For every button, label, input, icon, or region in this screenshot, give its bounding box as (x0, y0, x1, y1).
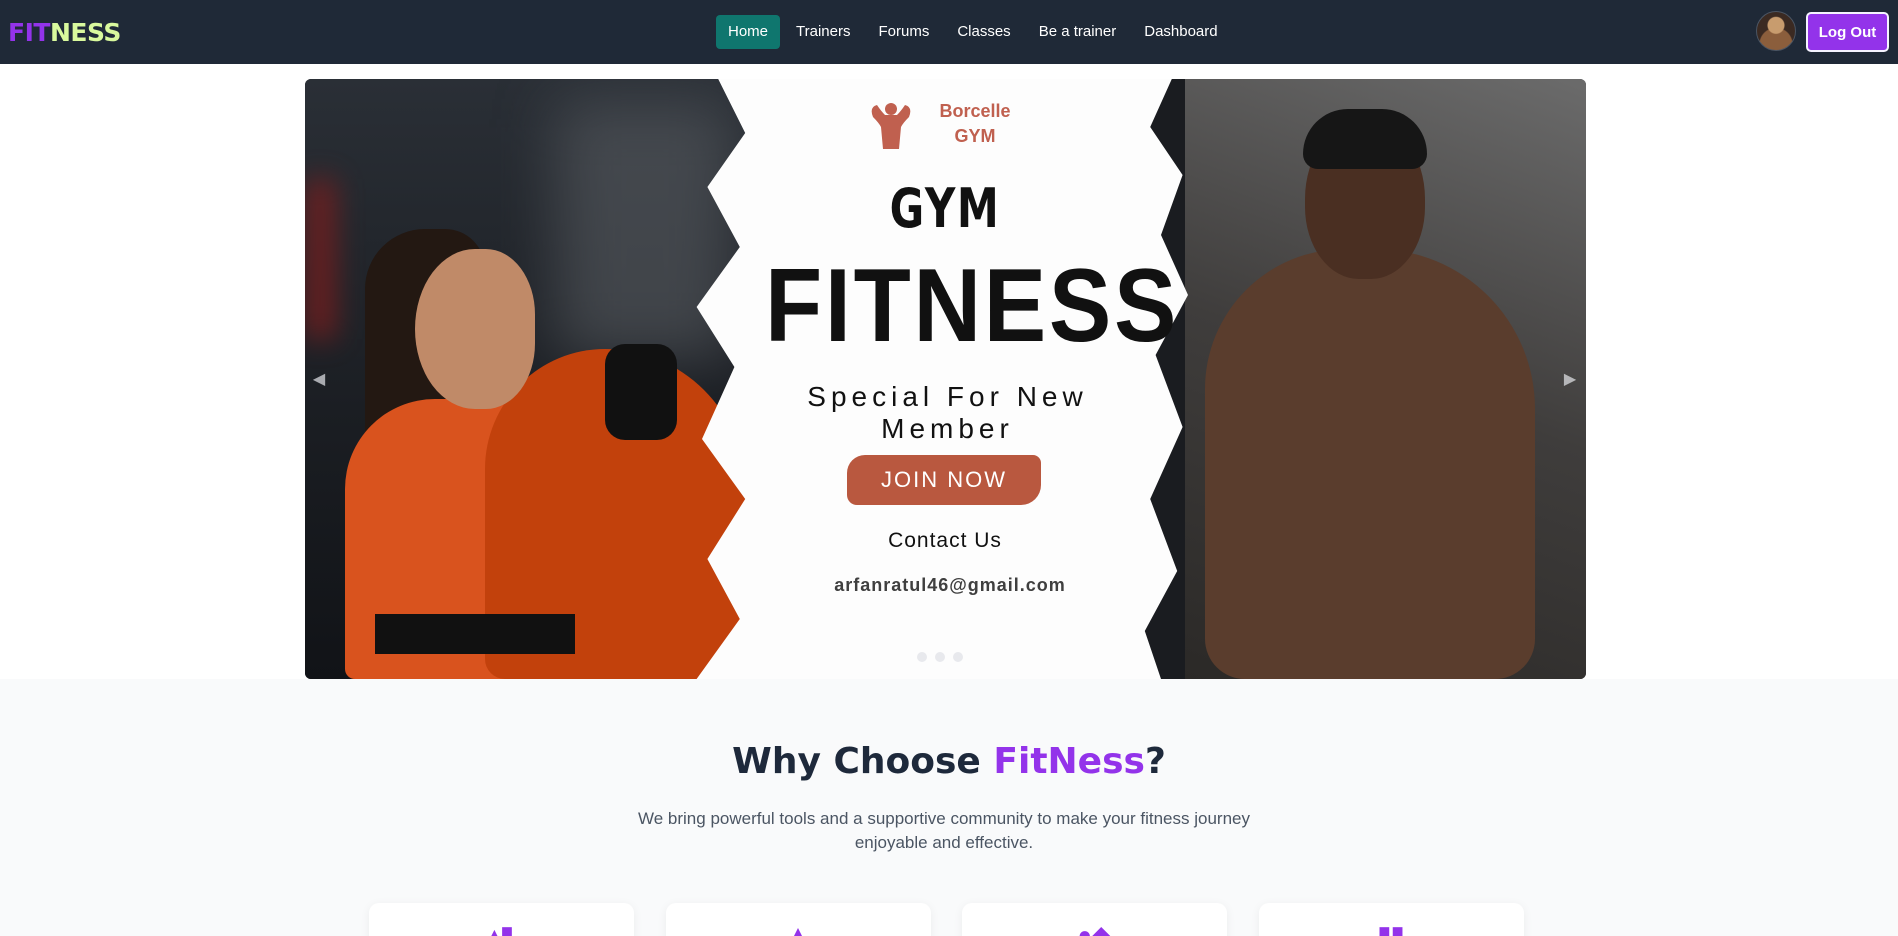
user-avatar[interactable] (1756, 11, 1796, 51)
why-title-part-1: Why Choose (732, 741, 994, 782)
feature-icon-4: ▮▮ (1377, 922, 1405, 936)
nav-link-forums[interactable]: Forums (866, 15, 941, 49)
feature-card-1: ▴▮ (369, 903, 634, 936)
carousel-dots (917, 652, 963, 662)
hero-image-man (1185, 79, 1586, 679)
feature-icon-2: ▲ (786, 921, 810, 936)
why-choose-subtitle: We bring powerful tools and a supportive… (638, 809, 1250, 852)
carousel-next-icon[interactable]: ▶ (1558, 367, 1582, 391)
nav-link-dashboard[interactable]: Dashboard (1132, 15, 1229, 49)
feature-icon-3: ●◆ (1077, 922, 1111, 936)
gym-brand-line-1: Borcelle (939, 101, 1011, 121)
carousel-dot-1[interactable] (917, 652, 927, 662)
carousel-dot-2[interactable] (935, 652, 945, 662)
hero-gym-word: GYM (889, 177, 1001, 240)
nav-link-home[interactable]: Home (716, 15, 781, 49)
nav-links: Home Trainers Forums Classes Be a traine… (716, 15, 1230, 49)
nav-link-trainers[interactable]: Trainers (784, 15, 862, 49)
why-choose-section: Why Choose FitNess? We bring powerful to… (0, 679, 1898, 936)
hero-fitness-word: FITNESS (765, 248, 1180, 364)
why-choose-title: Why Choose FitNess? (0, 741, 1898, 782)
gym-brand-line-2: GYM (954, 126, 996, 146)
carousel-prev-icon[interactable]: ◀ (307, 367, 331, 391)
logo-part-2: NESS (49, 18, 121, 47)
feature-card-3: ●◆ (962, 903, 1227, 936)
contact-email: arfanratul46@gmail.com (834, 575, 1066, 595)
nav-link-be-a-trainer[interactable]: Be a trainer (1027, 15, 1129, 49)
join-now-button[interactable]: JOIN NOW (847, 455, 1041, 505)
logo-part-1: FIT (8, 18, 50, 47)
hero-tagline: Special For New Member (807, 381, 1088, 444)
nav-link-classes[interactable]: Classes (945, 15, 1022, 49)
feature-card-2: ▲ (666, 903, 931, 936)
carousel-dot-3[interactable] (953, 652, 963, 662)
navbar: FITNESS Home Trainers Forums Classes Be … (0, 0, 1898, 64)
hero-image-woman (305, 79, 755, 679)
site-logo[interactable]: FITNESS (8, 18, 121, 47)
gym-brand-name: Borcelle GYM (930, 99, 1020, 149)
bodybuilder-icon (871, 103, 911, 149)
logout-button[interactable]: Log Out (1806, 12, 1889, 52)
why-title-part-2: ? (1144, 741, 1166, 782)
hero-carousel: Borcelle GYM GYM FITNESS Special For New… (305, 79, 1586, 679)
feature-card-4: ▮▮ (1259, 903, 1524, 936)
feature-icon-1: ▴▮ (488, 922, 514, 936)
contact-us-label: Contact Us (888, 529, 1002, 552)
why-title-accent: FitNess (993, 741, 1145, 782)
